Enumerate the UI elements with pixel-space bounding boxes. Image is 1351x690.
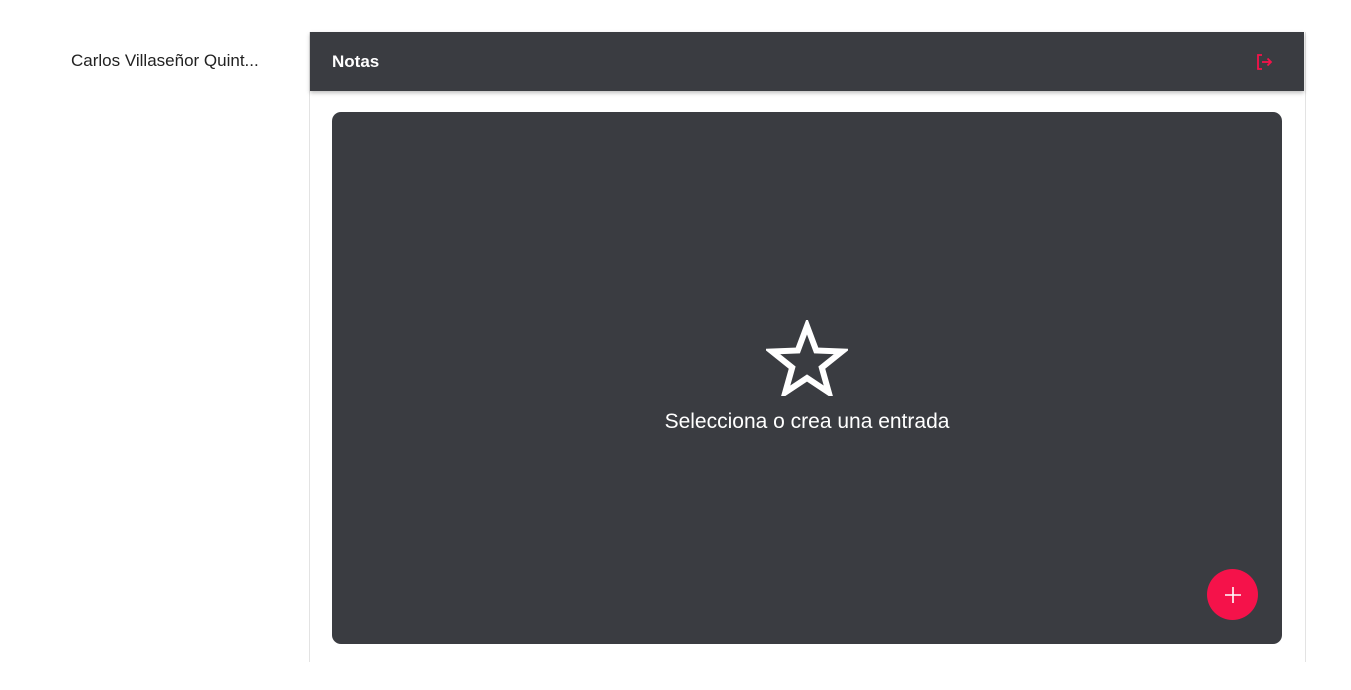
- add-entry-button[interactable]: [1207, 569, 1258, 620]
- plus-icon: [1224, 586, 1241, 603]
- sidebar: Carlos Villaseñor Quint...: [0, 0, 309, 690]
- empty-state: Selecciona o crea una entrada: [332, 320, 1282, 435]
- logout-button[interactable]: [1252, 50, 1276, 74]
- user-name: Carlos Villaseñor Quint...: [71, 51, 259, 70]
- page-title: Notas: [332, 52, 380, 71]
- empty-state-message: Selecciona o crea una entrada: [664, 410, 950, 433]
- star-outline-icon: [766, 320, 848, 396]
- logout-icon: [1257, 54, 1273, 70]
- notes-panel: Selecciona o crea una entrada: [332, 112, 1282, 644]
- topbar: Notas: [310, 32, 1304, 91]
